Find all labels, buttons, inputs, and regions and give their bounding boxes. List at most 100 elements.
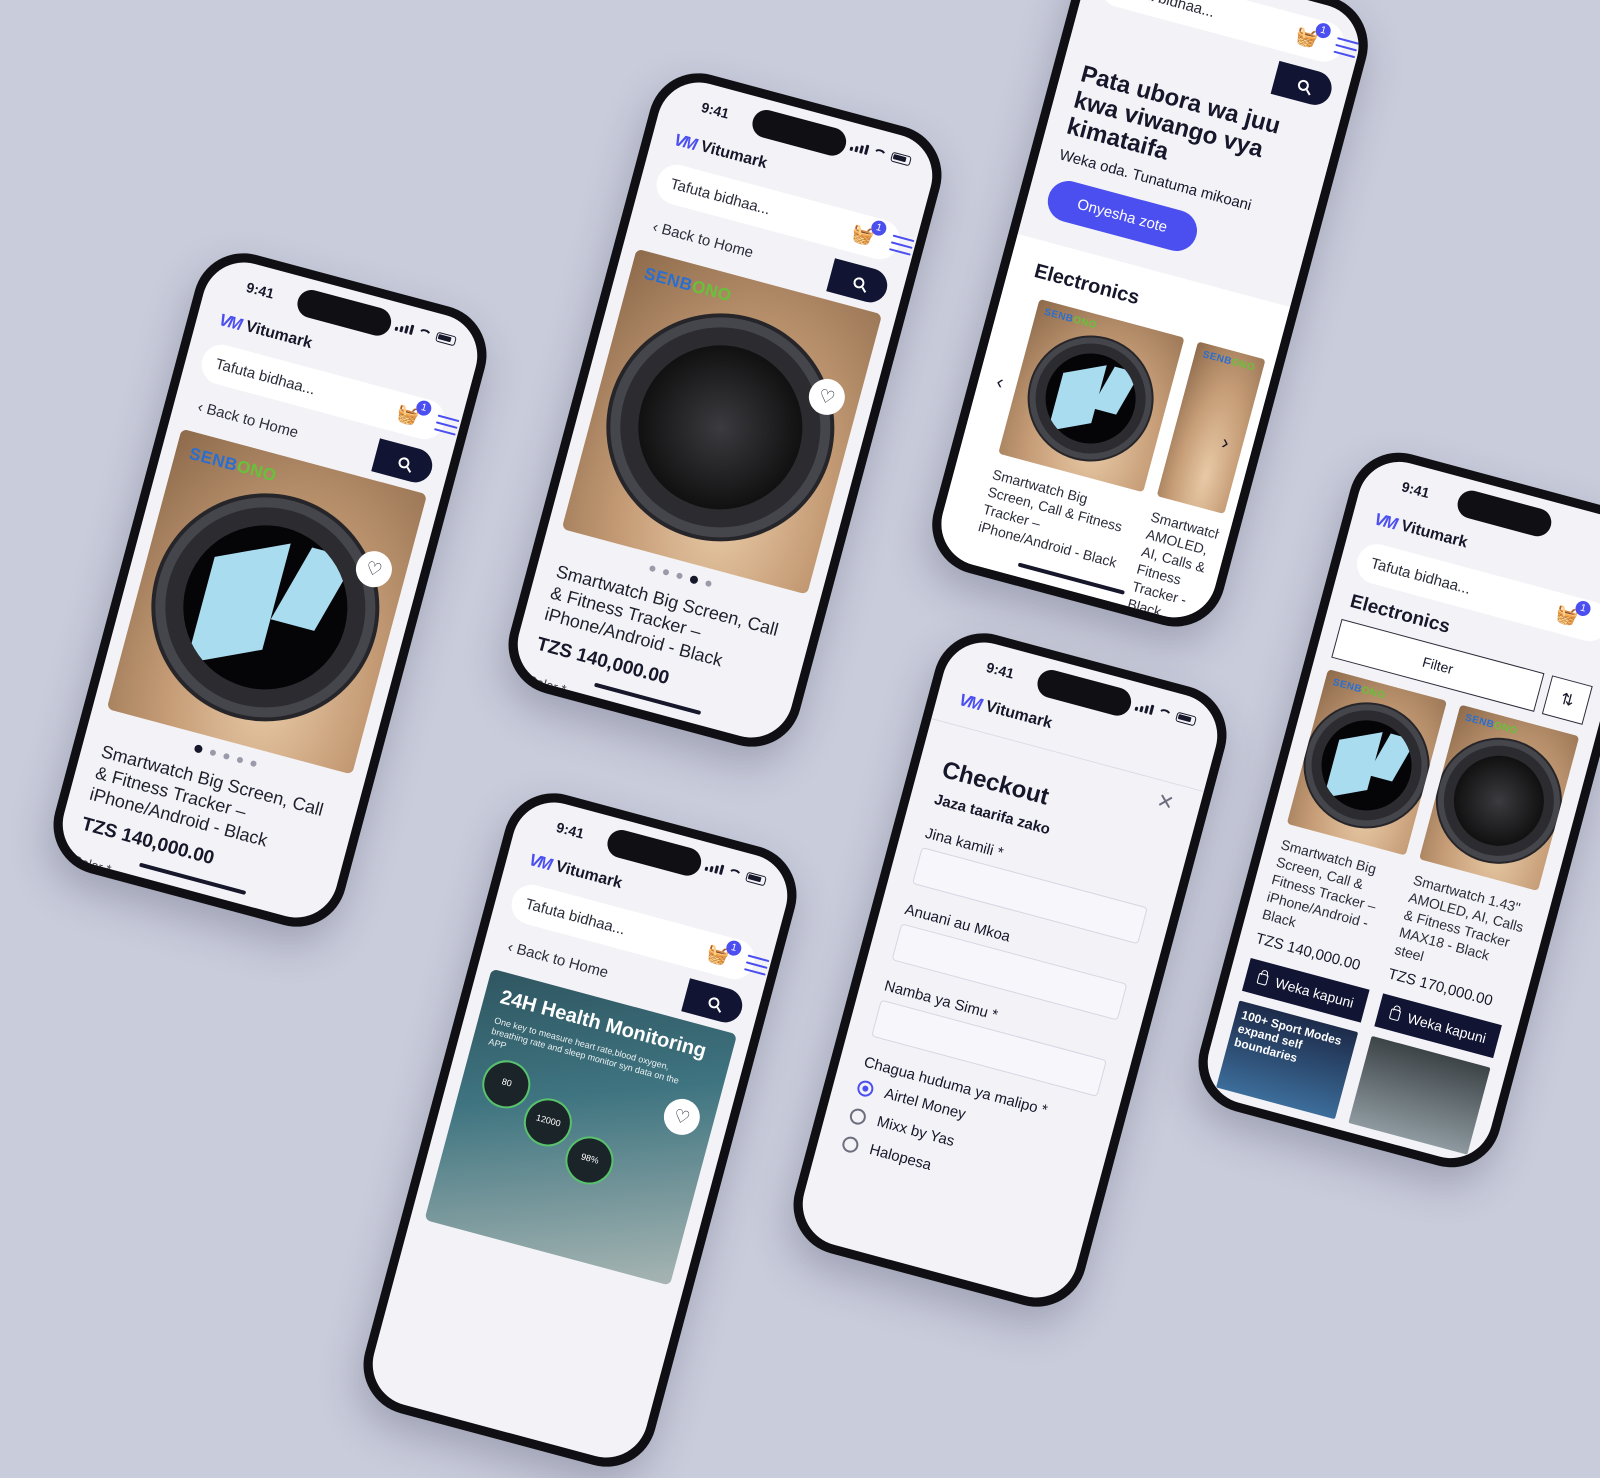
logo-mark-icon: VM <box>1372 509 1398 534</box>
signal-icon <box>1134 701 1155 716</box>
back-label: Back to Home <box>204 400 301 442</box>
hamburger-menu-icon[interactable] <box>744 954 770 976</box>
back-label: Back to Home <box>514 940 611 982</box>
screen: 9:41 VM Vitumark Tafuta bidhaa... 🧺 1 ‹ B… <box>508 73 942 747</box>
screen: 9:41 VM Vitumark Tafuta bidhaa... 🧺 1 ‹ B… <box>363 793 797 1467</box>
system-icons <box>1134 701 1197 727</box>
logo-mark-icon: VM <box>956 689 983 714</box>
chevron-left-icon: ‹ <box>195 397 206 416</box>
back-to-home-link[interactable]: ‹ Back to Home <box>196 398 300 441</box>
watch-illustration <box>1298 698 1434 833</box>
radio-icon[interactable] <box>840 1134 861 1154</box>
product-card-title[interactable]: Smartwatch AMOLED, AI, Calls & Fitness T… <box>1126 507 1225 626</box>
product-thumbnail[interactable]: SENBONO <box>1419 704 1580 891</box>
stat-blood-oxygen: 98% <box>560 1131 619 1190</box>
hamburger-menu-icon[interactable] <box>1333 37 1359 59</box>
battery-icon <box>435 331 457 347</box>
status-time: 9:41 <box>554 818 586 842</box>
cart-button[interactable]: 🧺 1 <box>704 938 744 968</box>
chevron-left-icon[interactable]: ‹ <box>994 371 1006 395</box>
radio-icon[interactable] <box>848 1106 868 1126</box>
product-thumbnail[interactable]: SENBONO <box>998 298 1185 493</box>
logo-mark-icon: VM <box>671 129 698 154</box>
search-icon <box>851 275 866 289</box>
back-to-home-link[interactable]: ‹ Back to Home <box>506 938 610 981</box>
carousel-dot[interactable] <box>193 743 204 754</box>
radio-selected-icon[interactable] <box>855 1078 876 1098</box>
back-label: Back to Home <box>659 220 756 262</box>
brand-watermark: SENBONO <box>1201 349 1257 374</box>
sort-button[interactable]: ⇅ <box>1541 675 1593 725</box>
carousel-dot[interactable] <box>704 579 713 588</box>
chevron-left-icon: ‹ <box>650 217 661 236</box>
screen: Tafuta bidhaa... 🧺1 Pata ubora wa juu kw… <box>932 0 1368 627</box>
promo-image[interactable] <box>1348 1035 1491 1155</box>
search-icon <box>706 995 721 1009</box>
search-button[interactable] <box>371 438 437 487</box>
product-image[interactable]: 24H Health Monitoring One key to measure… <box>424 968 738 1286</box>
system-icons <box>849 141 912 167</box>
phone-home: Tafuta bidhaa... 🧺1 Pata ubora wa juu kw… <box>920 0 1380 638</box>
search-icon <box>396 455 411 469</box>
phone-product-detail-middle: 9:41 VM Vitumark Tafuta bidhaa... 🧺 1 ‹ B… <box>497 62 953 758</box>
product-image[interactable]: SENBONO ♡ <box>561 248 883 595</box>
cart-button[interactable]: 🧺 1 <box>1554 598 1593 628</box>
status-time: 9:41 <box>984 658 1016 682</box>
phone-product-detail-left: 9:41 VM Vitumark Tafuta bidhaa... 🧺 1 ‹ B… <box>42 242 498 938</box>
logo-mark-icon: VM <box>526 849 553 874</box>
checkout-form: Checkout Jaza taarifa zako Jina kamili *… <box>811 719 1204 1242</box>
phone-product-health: 9:41 VM Vitumark Tafuta bidhaa... 🧺 1 ‹ B… <box>352 782 808 1478</box>
wifi-icon <box>726 867 743 880</box>
chevron-left-icon: ‹ <box>505 937 516 956</box>
battery-icon <box>745 871 767 887</box>
product-image[interactable]: SENBONO ♡ <box>106 428 428 775</box>
signal-icon <box>704 861 725 876</box>
hamburger-menu-icon[interactable] <box>434 414 460 436</box>
product-grid: SENBONO Smartwatch Big Screen, Call & Fi… <box>1200 661 1596 1163</box>
wifi-icon <box>1156 707 1173 720</box>
sort-icon: ⇅ <box>1558 690 1576 711</box>
search-button[interactable] <box>826 258 892 307</box>
cart-button[interactable]: 🧺 1 <box>849 218 889 248</box>
battery-icon <box>1175 711 1197 727</box>
phone-category: 9:41 VM Vitumark Tafuta bidhaa... 🧺 1 Ele… <box>1187 441 1600 1179</box>
stat-heart-rate: 80 <box>476 1054 536 1114</box>
promo-image[interactable]: 100+ Sport Modes expand self boundaries <box>1216 1000 1359 1120</box>
carousel-dot[interactable] <box>236 756 244 764</box>
brand-watermark: SENBONO <box>642 263 734 306</box>
carousel-dot[interactable] <box>249 759 258 768</box>
carousel-dot[interactable] <box>209 749 217 757</box>
search-icon <box>1296 78 1310 92</box>
status-time: 9:41 <box>699 98 731 122</box>
electronics-section: Electronics ‹ SENBONO Smartwatch Big Scr… <box>932 234 1291 627</box>
cart-button[interactable]: 🧺 1 <box>394 398 434 428</box>
cart-button[interactable]: 🧺 1 <box>1294 21 1333 50</box>
signal-icon <box>394 321 415 336</box>
watch-illustration <box>1431 733 1566 869</box>
watch-illustration <box>1023 331 1158 467</box>
stat-steps: 12000 <box>518 1093 578 1152</box>
hamburger-menu-icon[interactable] <box>889 234 915 256</box>
logo-mark-icon: VM <box>216 309 243 334</box>
brand-watermark: SENBONO <box>1331 677 1387 702</box>
search-button[interactable] <box>681 978 747 1027</box>
back-to-home-link[interactable]: ‹ Back to Home <box>651 218 755 261</box>
carousel-dot[interactable] <box>675 572 684 580</box>
wishlist-heart-icon[interactable]: ♡ <box>659 1094 704 1139</box>
carousel-dot[interactable] <box>222 752 231 761</box>
product-thumbnail[interactable]: SENBONO <box>1286 669 1447 856</box>
screen: 9:41 VM Vitumark Tafuta bidhaa... 🧺 1 ‹ B… <box>53 253 487 927</box>
watch-illustration <box>597 304 843 550</box>
phone-checkout: 9:41 VM Vitumark ✕ Checkout Jaza taarifa… <box>782 622 1238 1318</box>
watch-illustration <box>142 484 388 730</box>
system-icons <box>394 321 457 347</box>
carousel-dot[interactable] <box>689 574 699 585</box>
shopping-bag-icon <box>1256 972 1270 986</box>
carousel-dot[interactable] <box>648 564 657 573</box>
product-carousel: ‹ SENBONO Smartwatch Big Screen, Call & … <box>948 294 1266 627</box>
battery-icon <box>890 151 912 167</box>
status-time: 9:41 <box>1399 478 1432 502</box>
brand-watermark: SENBONO <box>187 443 279 486</box>
screen: 9:41 VM Vitumark Tafuta bidhaa... 🧺 1 Ele… <box>1198 452 1600 1168</box>
carousel-dot[interactable] <box>662 568 670 576</box>
